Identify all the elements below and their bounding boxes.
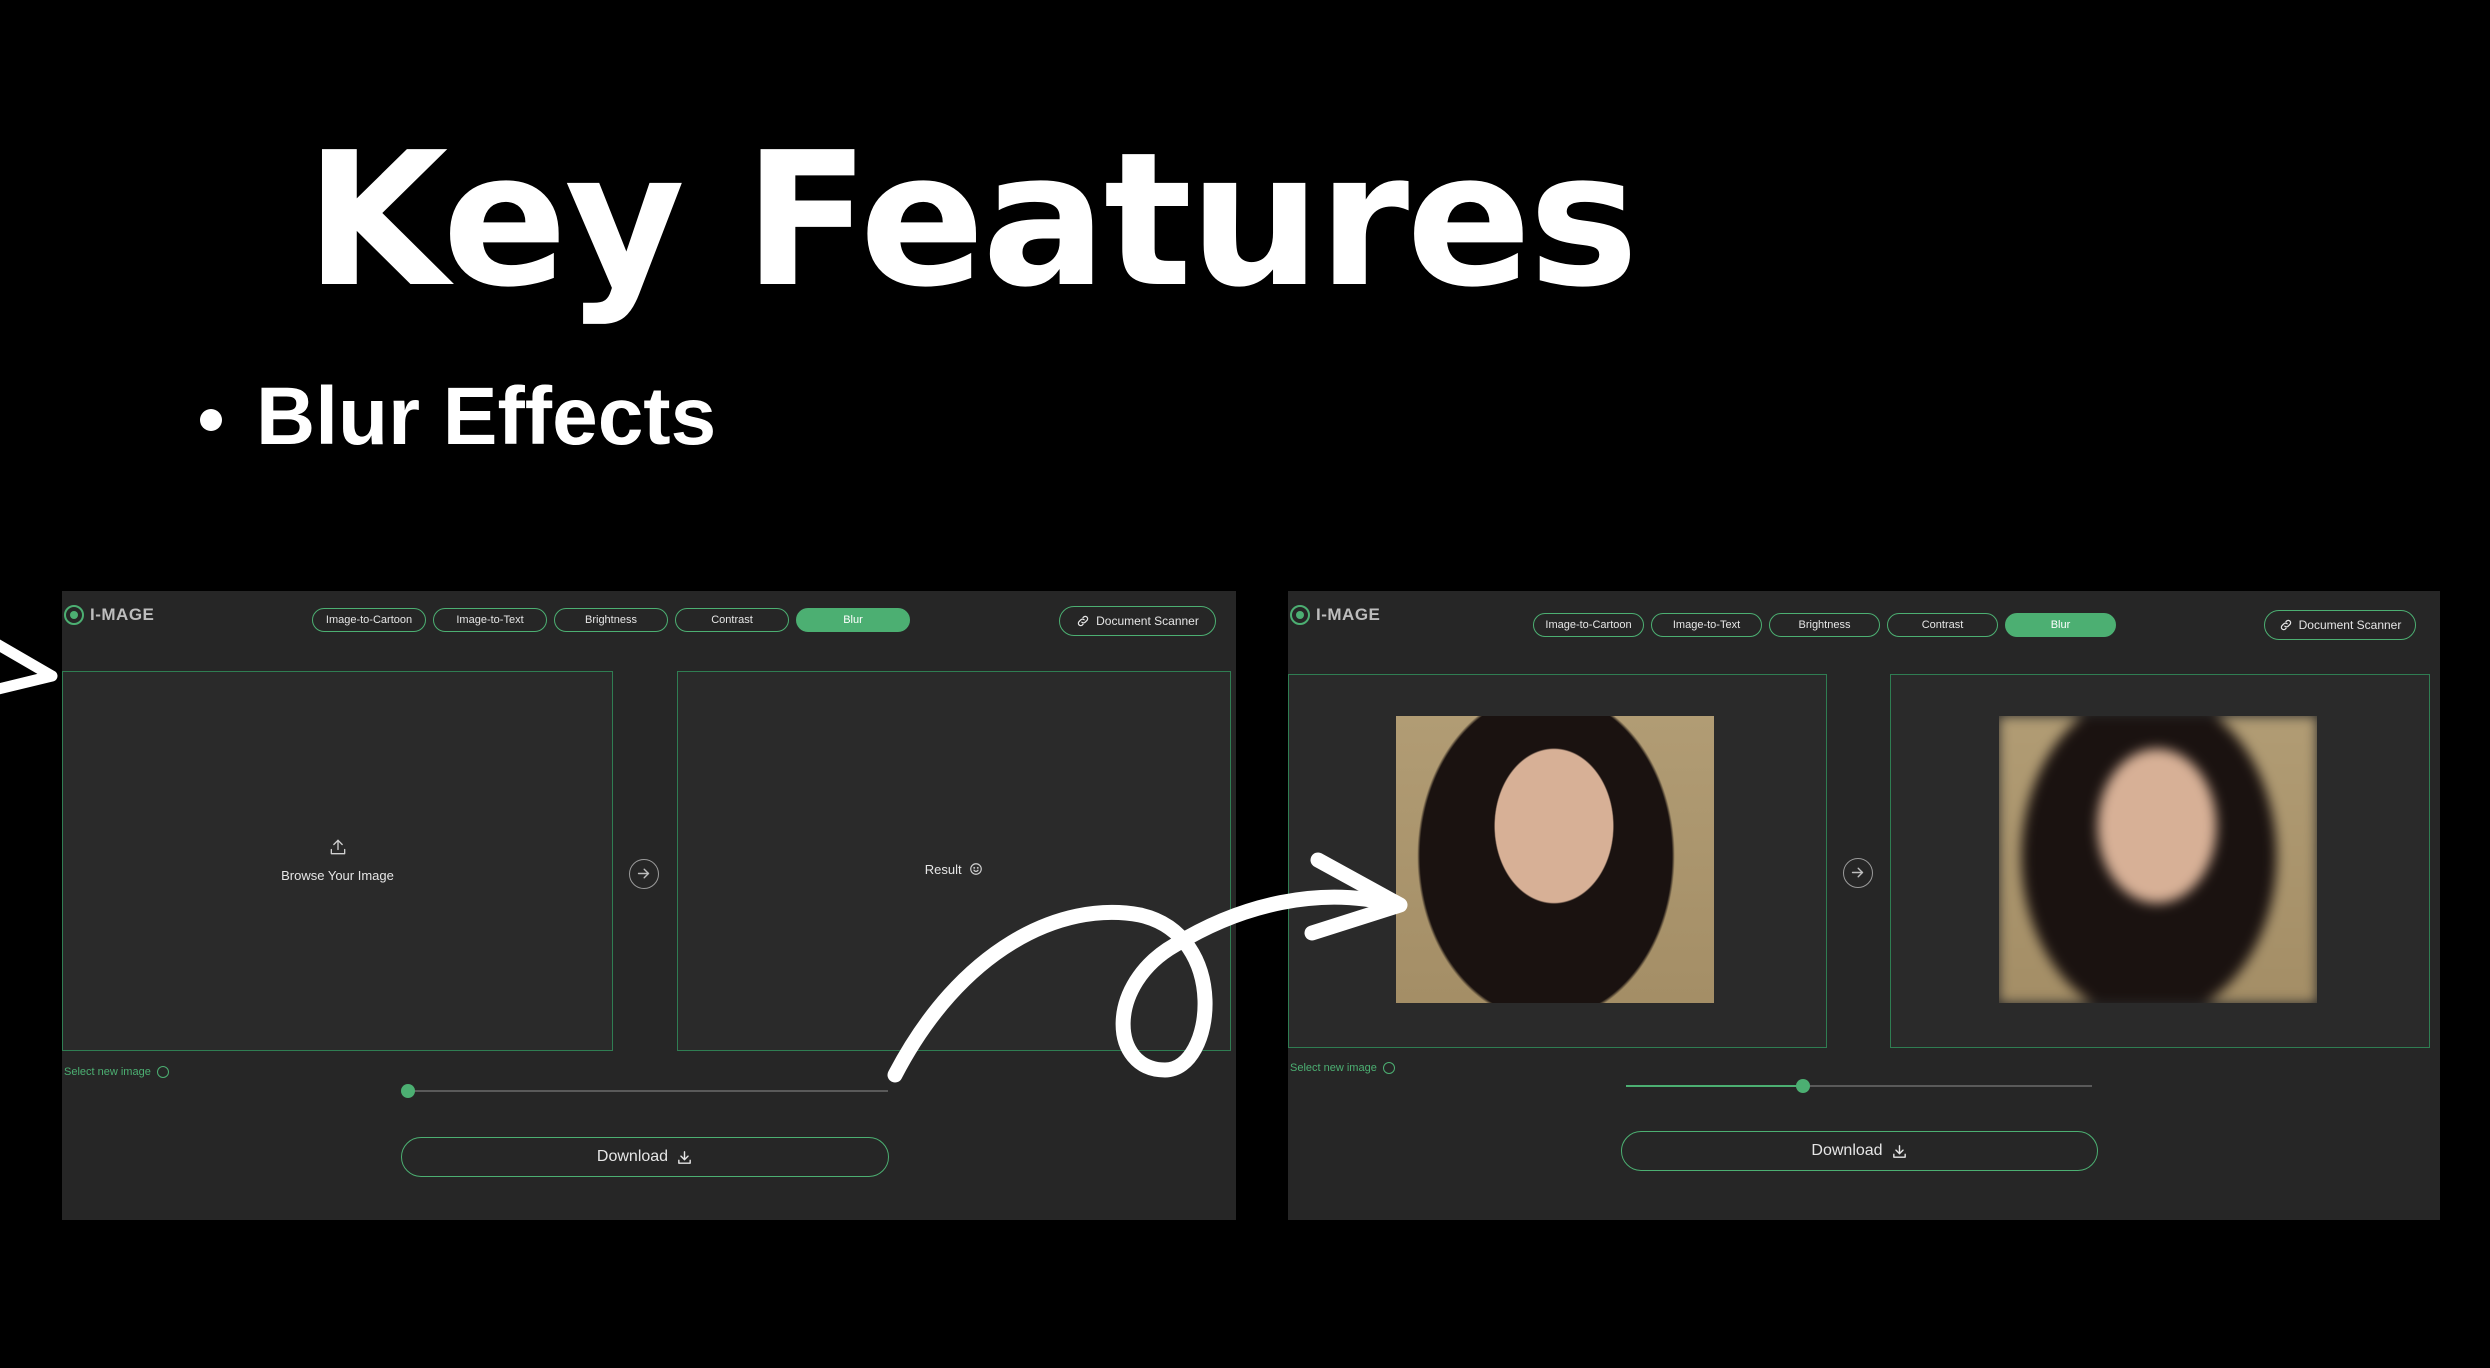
app-screenshot-after: I-MAGE Image-to-Cartoon Image-to-Text Br…	[1288, 591, 2440, 1220]
document-scanner-button[interactable]: Document Scanner	[1059, 606, 1216, 636]
tab-image-to-text[interactable]: Image-to-Text	[433, 608, 547, 632]
process-arrow-button[interactable]	[1843, 858, 1873, 888]
tab-blur[interactable]: Blur	[2005, 613, 2116, 637]
plus-circle-icon	[156, 1066, 169, 1078]
blur-slider[interactable]	[401, 1084, 888, 1098]
result-label-row: Result	[678, 862, 1230, 877]
result-panel	[1890, 674, 2430, 1048]
tab-blur[interactable]: Blur	[796, 608, 910, 632]
app-screenshot-before: I-MAGE Image-to-Cartoon Image-to-Text Br…	[62, 591, 1236, 1220]
tool-tabs: Image-to-Cartoon Image-to-Text Brightnes…	[312, 608, 910, 632]
feature-bullet: Blur Effects	[200, 370, 716, 464]
blur-slider-fill	[1626, 1085, 1804, 1087]
feature-bullet-label: Blur Effects	[256, 371, 717, 462]
document-scanner-label: Document Scanner	[2298, 618, 2402, 632]
process-arrow-button[interactable]	[629, 859, 659, 889]
download-icon	[678, 1150, 691, 1164]
slide-title: Key Features	[305, 112, 1639, 328]
download-label: Download	[1811, 1142, 1883, 1159]
original-portrait-image	[1396, 716, 1714, 1003]
browse-image-label: Browse Your Image	[281, 868, 394, 883]
download-button[interactable]: Download	[401, 1137, 889, 1177]
plus-circle-icon	[1382, 1062, 1395, 1074]
arrow-right-icon	[637, 868, 650, 879]
upload-dropzone[interactable]: Browse Your Image	[62, 671, 613, 1051]
blurred-image-frame	[1999, 716, 2317, 1003]
logo-text: I-MAGE	[90, 605, 155, 624]
result-label: Result	[924, 862, 962, 877]
blur-slider-thumb[interactable]	[401, 1084, 415, 1098]
left-edge-arrow-icon	[0, 639, 58, 695]
select-new-image-link[interactable]: Select new image	[64, 1066, 169, 1078]
select-new-image-label: Select new image	[64, 1066, 151, 1078]
logo-text: I-MAGE	[1316, 605, 1381, 624]
tab-image-to-text[interactable]: Image-to-Text	[1651, 613, 1762, 637]
tab-brightness[interactable]: Brightness	[1769, 613, 1880, 637]
arrow-right-icon	[1851, 867, 1864, 878]
document-scanner-button[interactable]: Document Scanner	[2264, 610, 2416, 640]
blur-slider-thumb[interactable]	[1796, 1079, 1811, 1093]
download-icon	[1892, 1144, 1906, 1158]
tab-image-to-cartoon[interactable]: Image-to-Cartoon	[312, 608, 426, 632]
tool-tabs: Image-to-Cartoon Image-to-Text Brightnes…	[1533, 613, 2116, 637]
document-scanner-label: Document Scanner	[1096, 614, 1199, 628]
tab-contrast[interactable]: Contrast	[1887, 613, 1998, 637]
smile-icon	[970, 863, 983, 875]
select-new-image-label: Select new image	[1290, 1062, 1377, 1074]
blur-slider[interactable]	[1626, 1079, 2092, 1093]
upload-icon	[330, 839, 345, 855]
link-icon	[2280, 619, 2291, 631]
tab-brightness[interactable]: Brightness	[554, 608, 668, 632]
tab-contrast[interactable]: Contrast	[675, 608, 789, 632]
result-panel: Result	[677, 671, 1231, 1051]
logo-icon	[64, 605, 84, 625]
blurred-portrait-image	[1999, 716, 2317, 1003]
download-label: Download	[596, 1148, 669, 1165]
select-new-image-link[interactable]: Select new image	[1290, 1062, 1395, 1074]
logo-icon	[1290, 605, 1310, 625]
app-logo: I-MAGE	[1290, 605, 1380, 625]
tab-image-to-cartoon[interactable]: Image-to-Cartoon	[1533, 613, 1644, 637]
original-image-panel	[1288, 674, 1827, 1048]
link-icon	[1077, 615, 1089, 627]
app-logo: I-MAGE	[64, 605, 154, 625]
bullet-dot-icon	[200, 409, 222, 431]
download-button[interactable]: Download	[1621, 1131, 2098, 1171]
